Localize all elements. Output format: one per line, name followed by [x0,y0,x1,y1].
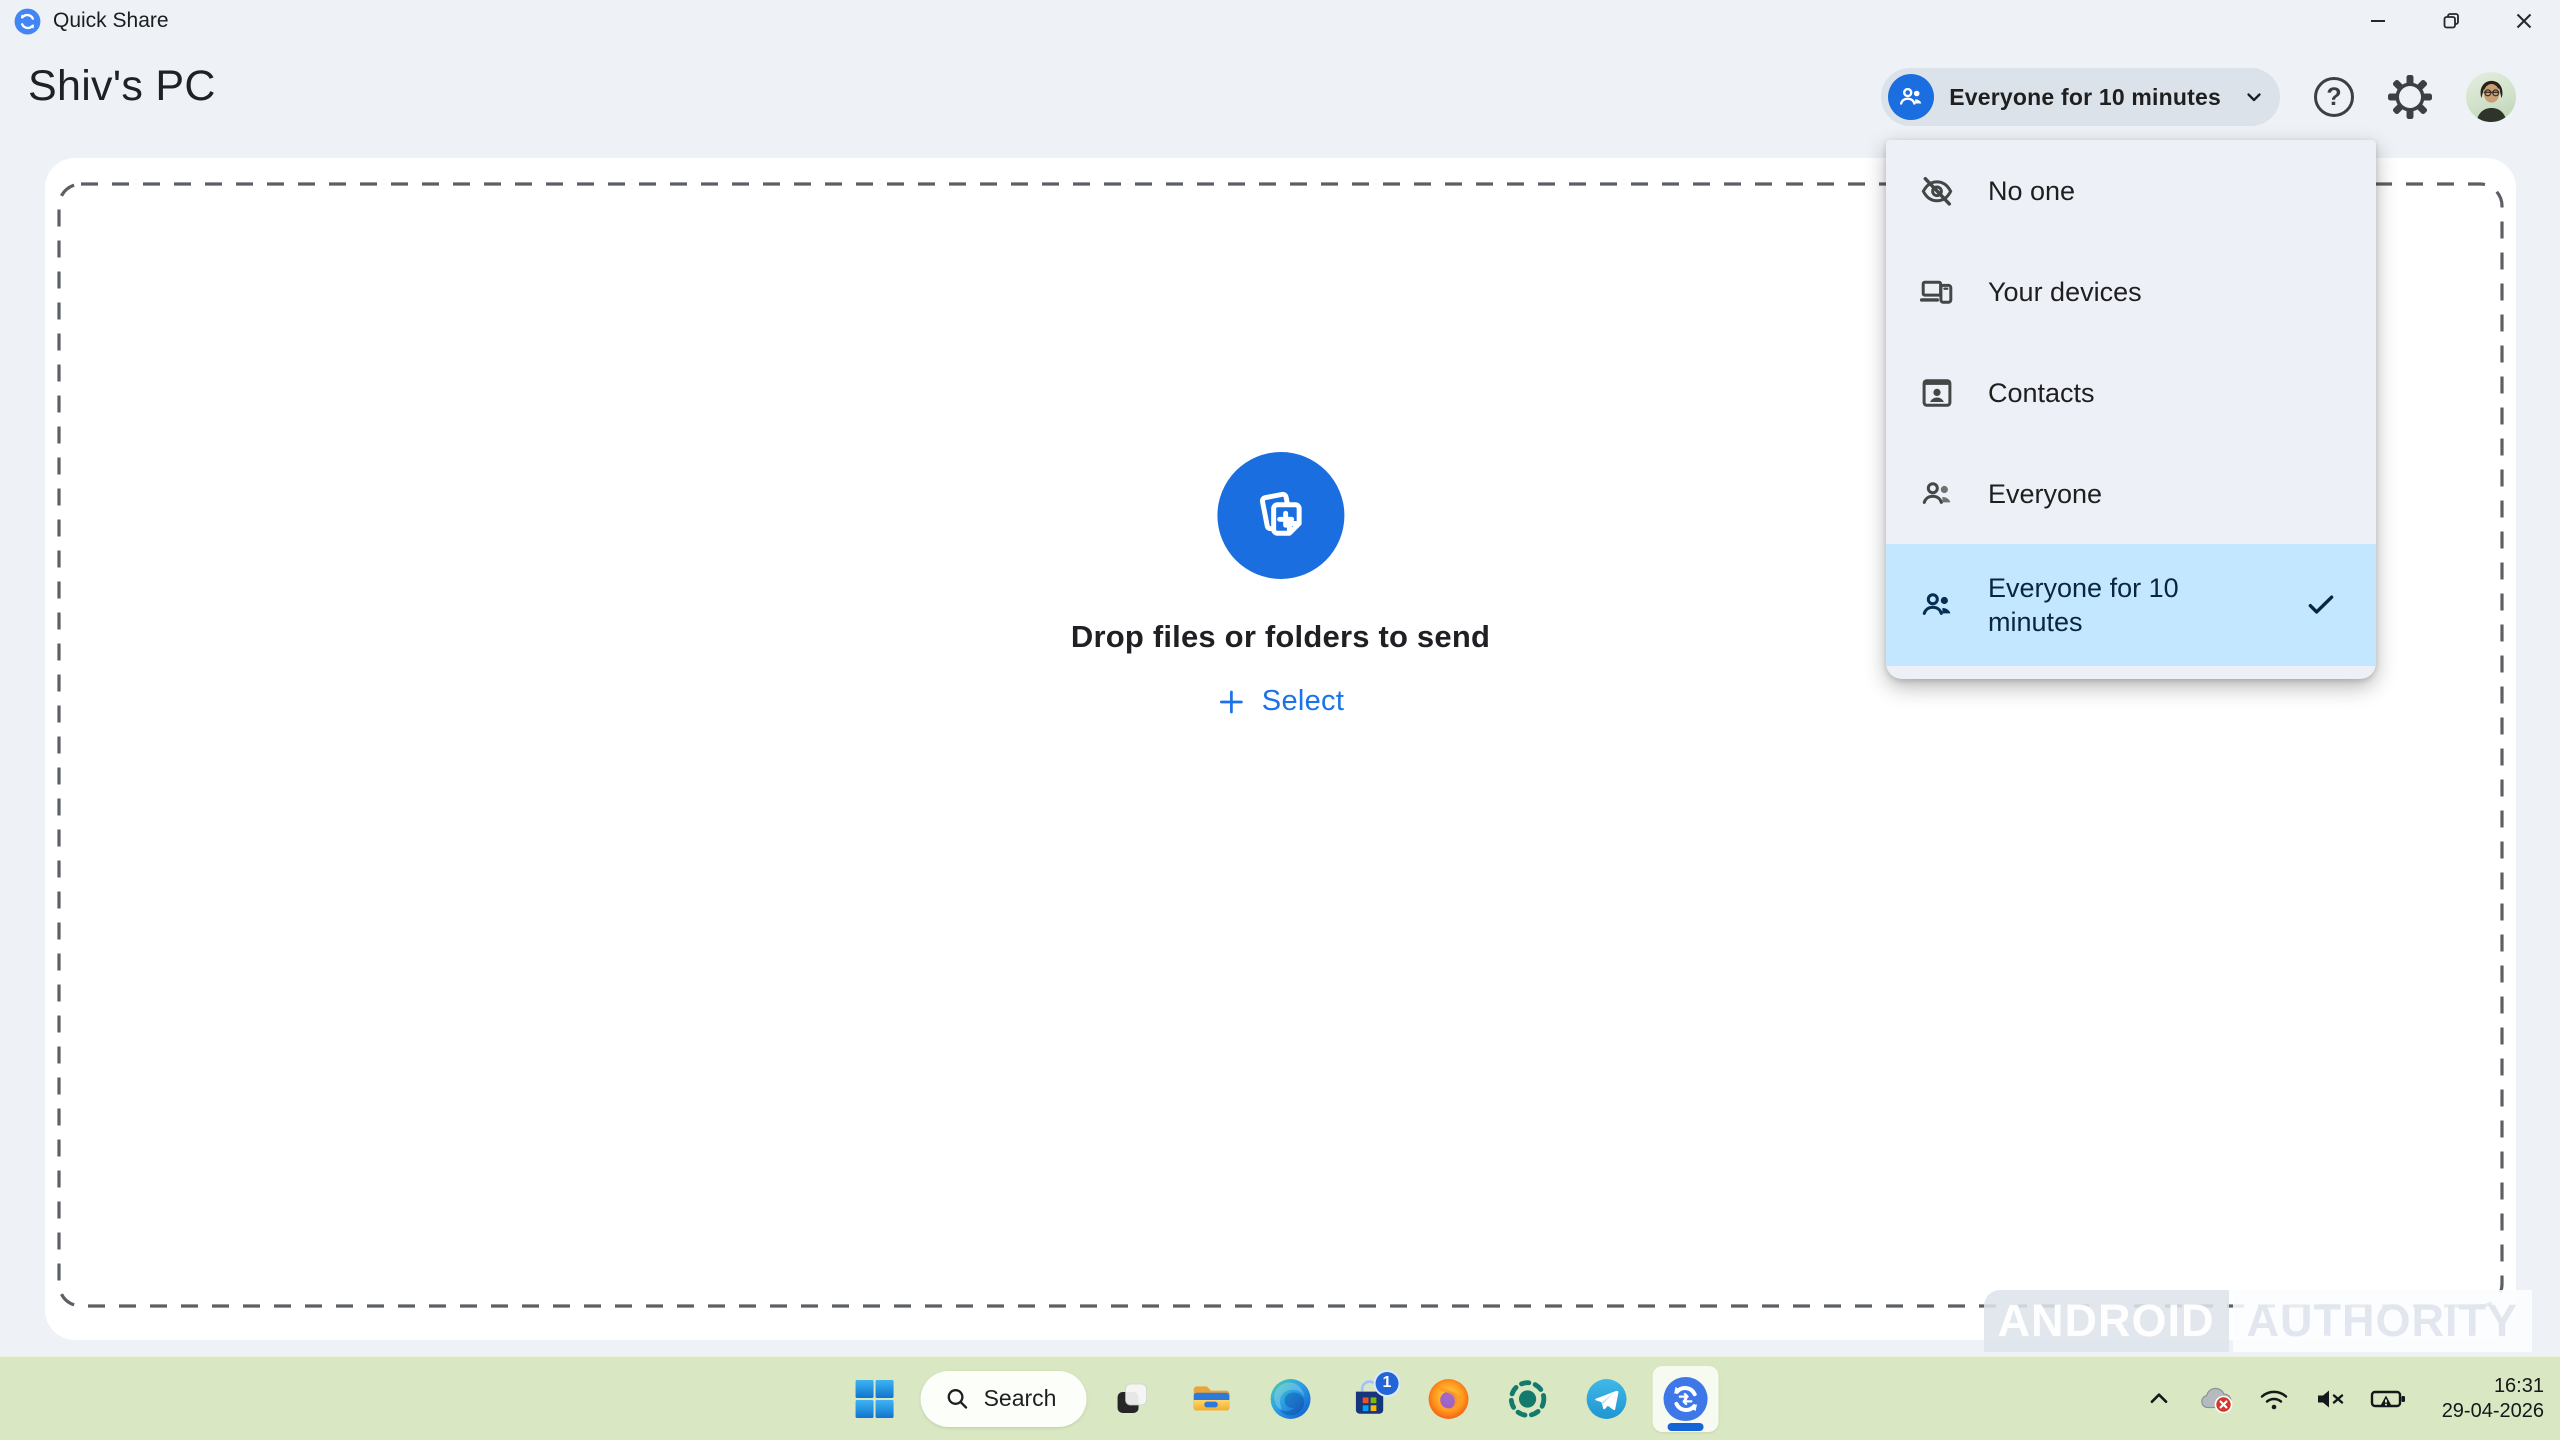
taskbar-search-box[interactable]: Search [921,1371,1087,1427]
taskbar-center-apps: Search [842,1357,1719,1440]
taskbar-clock[interactable]: 16:31 29-04-2026 [2442,1374,2544,1424]
visibility-selector-label: Everyone for 10 minutes [1949,84,2221,111]
help-icon[interactable]: ? [2314,77,2354,117]
store-notification-badge: 1 [1373,1370,1400,1397]
battery-warning-icon[interactable] [2370,1385,2408,1413]
telegram-button[interactable] [1573,1366,1639,1432]
close-button[interactable] [2487,0,2560,42]
plus-icon [1217,687,1247,717]
quick-share-taskbar-button[interactable] [1652,1366,1718,1432]
page-title: Shiv's PC [28,62,216,111]
dashed-circle-app-button[interactable] [1494,1366,1560,1432]
menu-item-label: Everyone for 10 minutes [1988,571,2198,639]
menu-item-contacts[interactable]: Contacts [1886,342,2376,443]
menu-item-label: No one [1988,174,2075,208]
drop-zone-content: Drop files or folders to send Select [1071,452,1490,718]
drop-zone-heading: Drop files or folders to send [1071,619,1490,655]
search-icon [945,1386,971,1412]
window-title: Quick Share [53,9,169,33]
edge-icon [1269,1378,1311,1420]
file-explorer-icon [1190,1378,1232,1420]
quick-share-logo-icon [1662,1376,1708,1422]
minimize-button[interactable] [2341,0,2414,42]
avatar-photo [2466,72,2516,122]
tray-time: 16:31 [2442,1374,2544,1399]
menu-item-label: Contacts [1988,376,2095,410]
chevron-down-icon [2242,85,2266,109]
people-icon [1918,587,1956,623]
firefox-button[interactable] [1415,1366,1481,1432]
menu-item-label: Your devices [1988,275,2142,309]
user-avatar[interactable] [2466,72,2516,122]
file-copy-add-icon [1217,452,1344,579]
visibility-selector-button[interactable]: Everyone for 10 minutes [1881,68,2280,126]
system-tray: 16:31 29-04-2026 [2146,1357,2544,1440]
menu-item-your-devices[interactable]: Your devices [1886,241,2376,342]
settings-gear-icon[interactable] [2388,75,2432,119]
menu-item-no-one[interactable]: No one [1886,140,2376,241]
search-label: Search [984,1385,1057,1412]
file-explorer-button[interactable] [1178,1366,1244,1432]
people-icon [1918,476,1956,512]
onedrive-error-icon[interactable] [2196,1383,2234,1415]
edge-button[interactable] [1257,1366,1323,1432]
menu-item-everyone[interactable]: Everyone [1886,443,2376,544]
restore-button[interactable] [2414,0,2487,42]
task-view-icon [1112,1379,1152,1419]
select-label: Select [1262,685,1344,718]
header-actions: Everyone for 10 minutes ? [1881,68,2516,126]
menu-item-everyone-10-minutes[interactable]: Everyone for 10 minutes [1886,544,2376,666]
dashed-circle-app-icon [1506,1378,1548,1420]
volume-muted-icon[interactable] [2314,1385,2346,1413]
android-authority-watermark: ANDROID AUTHORITY [1984,1290,2533,1352]
active-app-indicator [1667,1423,1703,1431]
firefox-icon [1427,1378,1469,1420]
devices-icon [1918,274,1956,310]
wifi-icon[interactable] [2258,1385,2290,1413]
select-files-button[interactable]: Select [1217,685,1344,718]
quick-share-logo-icon [14,8,41,35]
contact-card-icon [1918,375,1956,411]
check-icon [2304,588,2338,622]
menu-item-label: Everyone [1988,477,2102,511]
eye-off-icon [1918,173,1956,209]
windows-logo-icon [855,1379,895,1419]
watermark-word-1: ANDROID [1984,1290,2229,1352]
microsoft-store-button[interactable]: 1 [1336,1366,1402,1432]
start-button[interactable] [842,1366,908,1432]
title-bar: Quick Share [0,0,2560,42]
visibility-dropdown-menu: No one Your devices Contacts [1886,140,2376,679]
tray-date: 29-04-2026 [2442,1399,2544,1424]
telegram-icon [1585,1378,1627,1420]
tray-chevron-up-icon[interactable] [2146,1386,2172,1412]
taskbar: Search [0,1356,2560,1440]
task-view-button[interactable] [1099,1366,1165,1432]
people-icon [1888,74,1934,120]
watermark-word-2: AUTHORITY [2233,1290,2533,1352]
